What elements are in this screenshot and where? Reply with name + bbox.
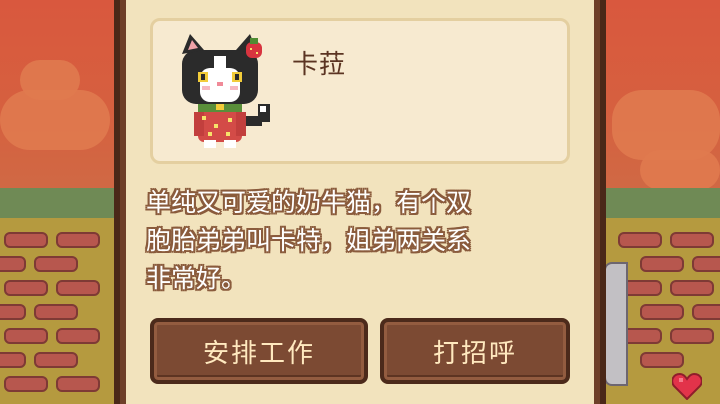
crop-plot (56, 328, 100, 344)
character-name: 卡菈 (292, 50, 347, 80)
crop-plot (4, 232, 48, 248)
crop-plot (0, 352, 26, 368)
cloud (20, 60, 80, 100)
crop-plot (0, 304, 26, 320)
crop-plot (640, 256, 684, 272)
crop-plot (56, 376, 100, 392)
crop-plot (0, 256, 26, 272)
crop-plot (34, 256, 78, 272)
crop-plot (618, 232, 662, 248)
game-scene: 卡菈 单纯又可爱的奶牛猫，有个双 胞胎弟弟叫卡特，姐弟两关系 非常好。 安排工作… (0, 0, 720, 404)
crop-plot (56, 280, 100, 296)
crop-plot (670, 280, 714, 296)
tuxedo-cat-portrait (182, 34, 270, 148)
heart-icon[interactable] (672, 372, 702, 400)
character-description: 单纯又可爱的奶牛猫，有个双 胞胎弟弟叫卡特，姐弟两关系 非常好。 (146, 184, 576, 298)
crop-plot (34, 352, 78, 368)
crop-plot (640, 304, 684, 320)
crop-plot (670, 232, 714, 248)
description-line: 单纯又可爱的奶牛猫，有个双 (146, 188, 472, 217)
assign-work-button[interactable]: 安排工作 (150, 318, 368, 384)
greet-button[interactable]: 打招呼 (380, 318, 570, 384)
crop-plot (34, 304, 78, 320)
description-line: 胞胎弟弟叫卡特，姐弟两关系 (146, 226, 472, 255)
crop-plot (56, 232, 100, 248)
crop-plot (4, 280, 48, 296)
crop-plot (4, 328, 48, 344)
crop-plot (640, 352, 684, 368)
crop-plot (692, 256, 720, 272)
crop-plot (4, 376, 48, 392)
description-line: 非常好。 (146, 264, 247, 293)
peeking-character (604, 262, 628, 386)
cloud (640, 150, 720, 190)
crop-plot (692, 304, 720, 320)
crop-plot (670, 328, 714, 344)
